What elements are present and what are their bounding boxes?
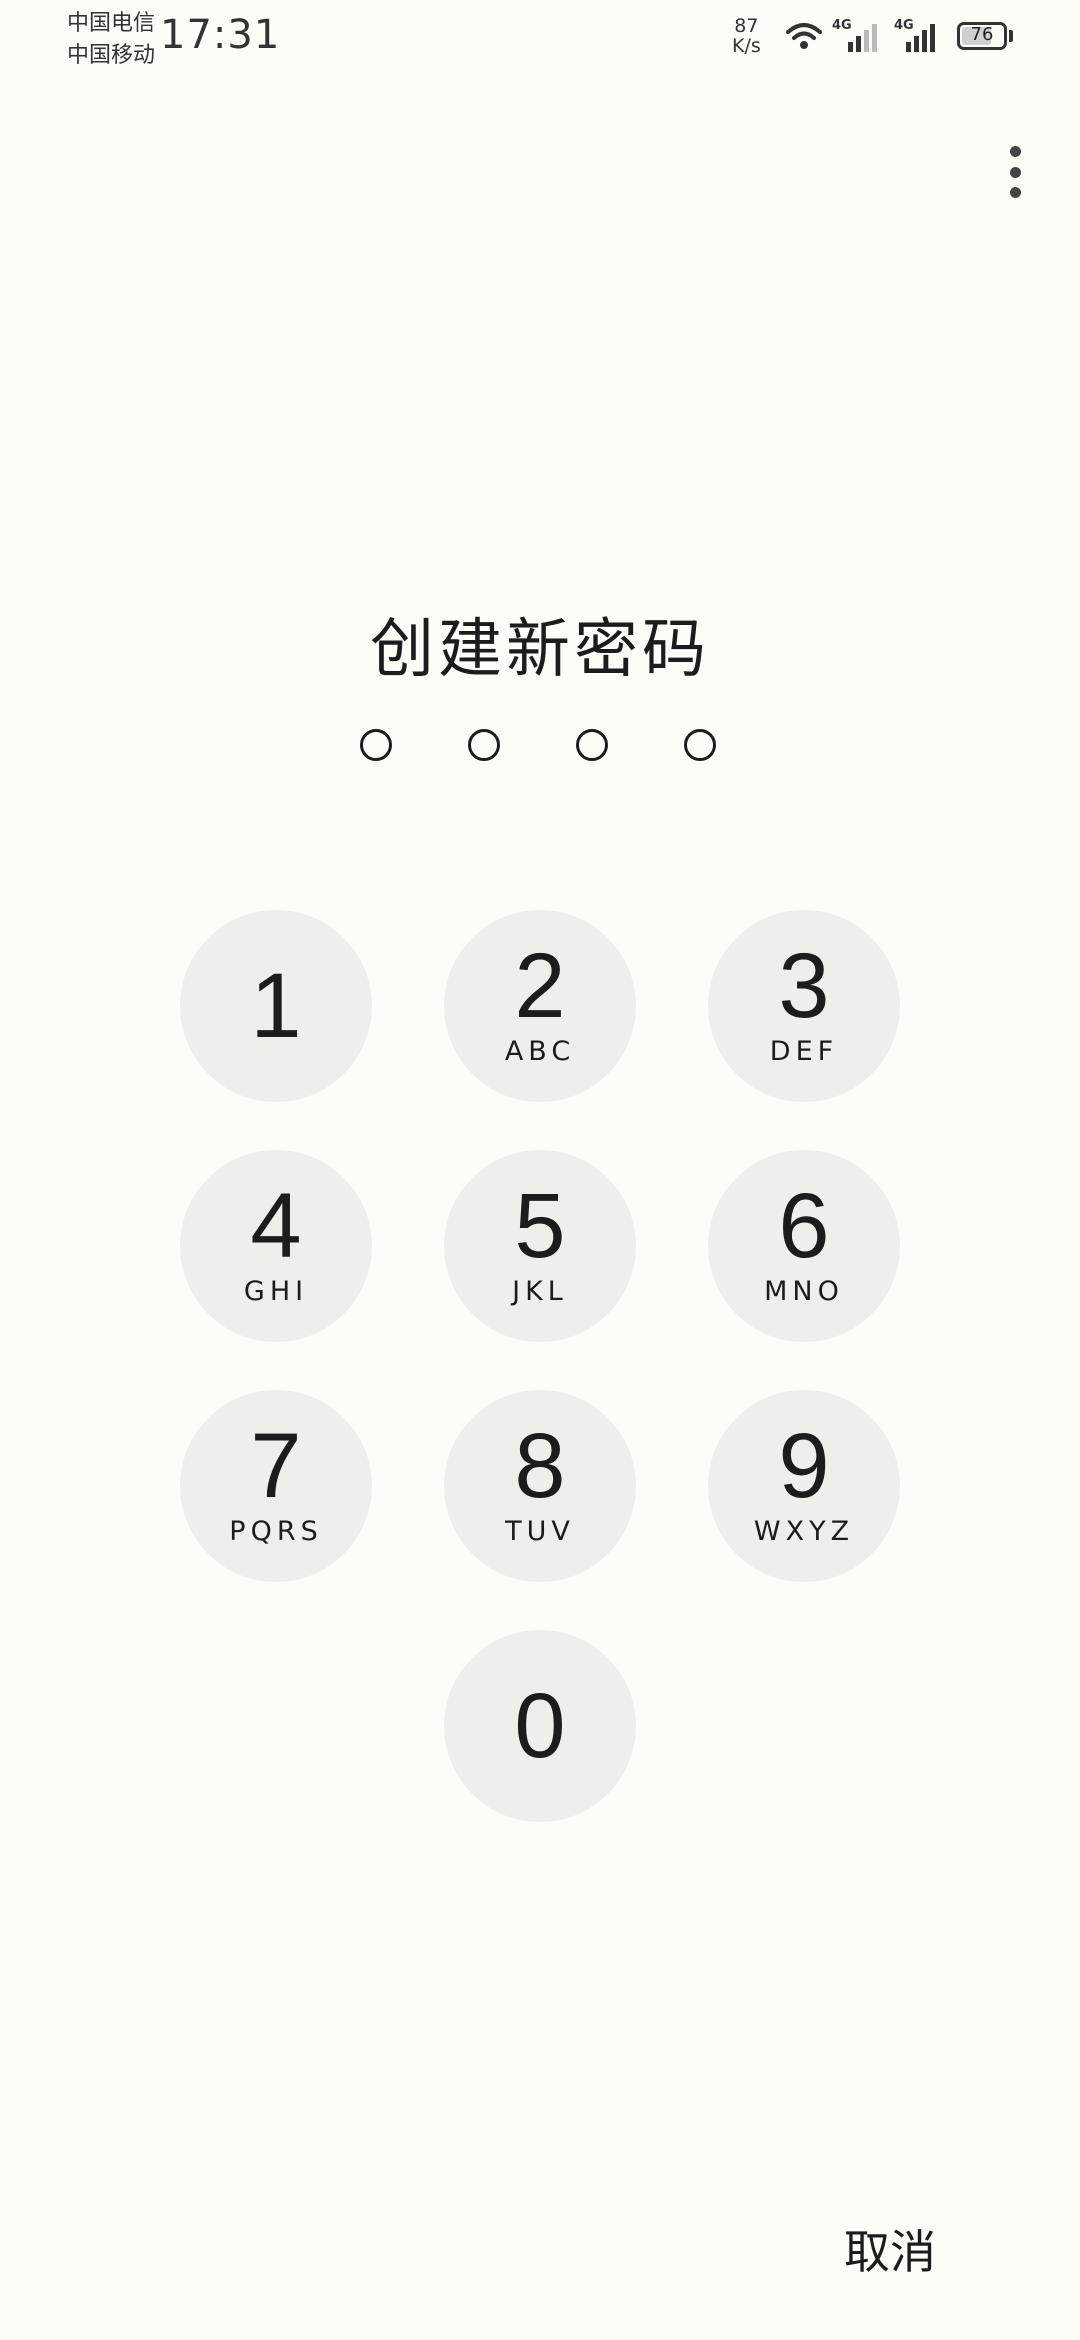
pin-indicator — [360, 729, 720, 769]
key-5[interactable]: 5 JKL — [444, 1150, 636, 1342]
key-letters: WXYZ — [753, 1516, 855, 1547]
keypad: 1 2 ABC 3 DEF 4 GHI 5 JKL 6 MNO 7 PQRS 8… — [0, 0, 1080, 2340]
page-title: 创建新密码 — [370, 613, 710, 687]
key-1[interactable]: 1 — [180, 910, 372, 1102]
key-letters: JKL — [512, 1276, 568, 1307]
key-digit: 8 — [514, 1415, 566, 1517]
key-2[interactable]: 2 ABC — [444, 910, 636, 1102]
key-letters: ABC — [504, 1036, 576, 1067]
key-letters: PQRS — [229, 1516, 323, 1547]
battery-tip — [1009, 30, 1013, 42]
key-digit: 1 — [250, 955, 302, 1057]
key-4[interactable]: 4 GHI — [180, 1150, 372, 1342]
status-bar: 中国电信 中国移动 17:31 87 K/s 4G 4G 76 — [0, 0, 1080, 80]
key-digit: 7 — [250, 1415, 302, 1517]
key-3[interactable]: 3 DEF — [708, 910, 900, 1102]
more-options-button[interactable] — [995, 140, 1035, 204]
battery-icon: 76 — [957, 22, 1007, 50]
carrier-2: 中国移动 — [67, 43, 156, 68]
key-digit: 2 — [514, 935, 566, 1037]
more-vertical-icon-dot — [1009, 166, 1021, 178]
key-9[interactable]: 9 WXYZ — [708, 1390, 900, 1582]
network-speed-value: 87 — [734, 15, 759, 37]
key-digit: 6 — [778, 1175, 830, 1277]
carrier-labels: 中国电信 中国移动 — [67, 8, 155, 72]
more-vertical-icon — [1009, 146, 1021, 157]
network-speed: 87 K/s — [732, 16, 761, 56]
status-time: 17:31 — [160, 12, 281, 58]
network-speed-unit: K/s — [732, 35, 761, 57]
cancel-button[interactable]: 取消 — [830, 2216, 950, 2288]
key-letters: TUV — [505, 1516, 575, 1547]
key-digit: 0 — [514, 1675, 566, 1777]
key-letters: DEF — [769, 1036, 839, 1067]
more-vertical-icon-dot — [1009, 187, 1021, 198]
key-letters: GHI — [243, 1276, 309, 1307]
carrier-1: 中国电信 — [67, 11, 156, 36]
signal-icon — [848, 24, 877, 52]
key-6[interactable]: 6 MNO — [708, 1150, 900, 1342]
pin-dot — [576, 729, 608, 761]
key-digit: 9 — [778, 1415, 830, 1517]
key-7[interactable]: 7 PQRS — [180, 1390, 372, 1582]
key-8[interactable]: 8 TUV — [444, 1390, 636, 1582]
key-letters: MNO — [764, 1276, 844, 1307]
signal-icon — [906, 24, 935, 52]
battery-level: 76 — [970, 24, 994, 45]
key-digit: 5 — [514, 1175, 566, 1277]
key-digit: 4 — [250, 1175, 302, 1277]
pin-dot — [684, 729, 716, 761]
wifi-icon — [786, 23, 822, 49]
key-0[interactable]: 0 — [444, 1630, 636, 1822]
key-digit: 3 — [778, 935, 830, 1037]
pin-dot — [360, 729, 392, 761]
pin-dot — [468, 729, 500, 761]
